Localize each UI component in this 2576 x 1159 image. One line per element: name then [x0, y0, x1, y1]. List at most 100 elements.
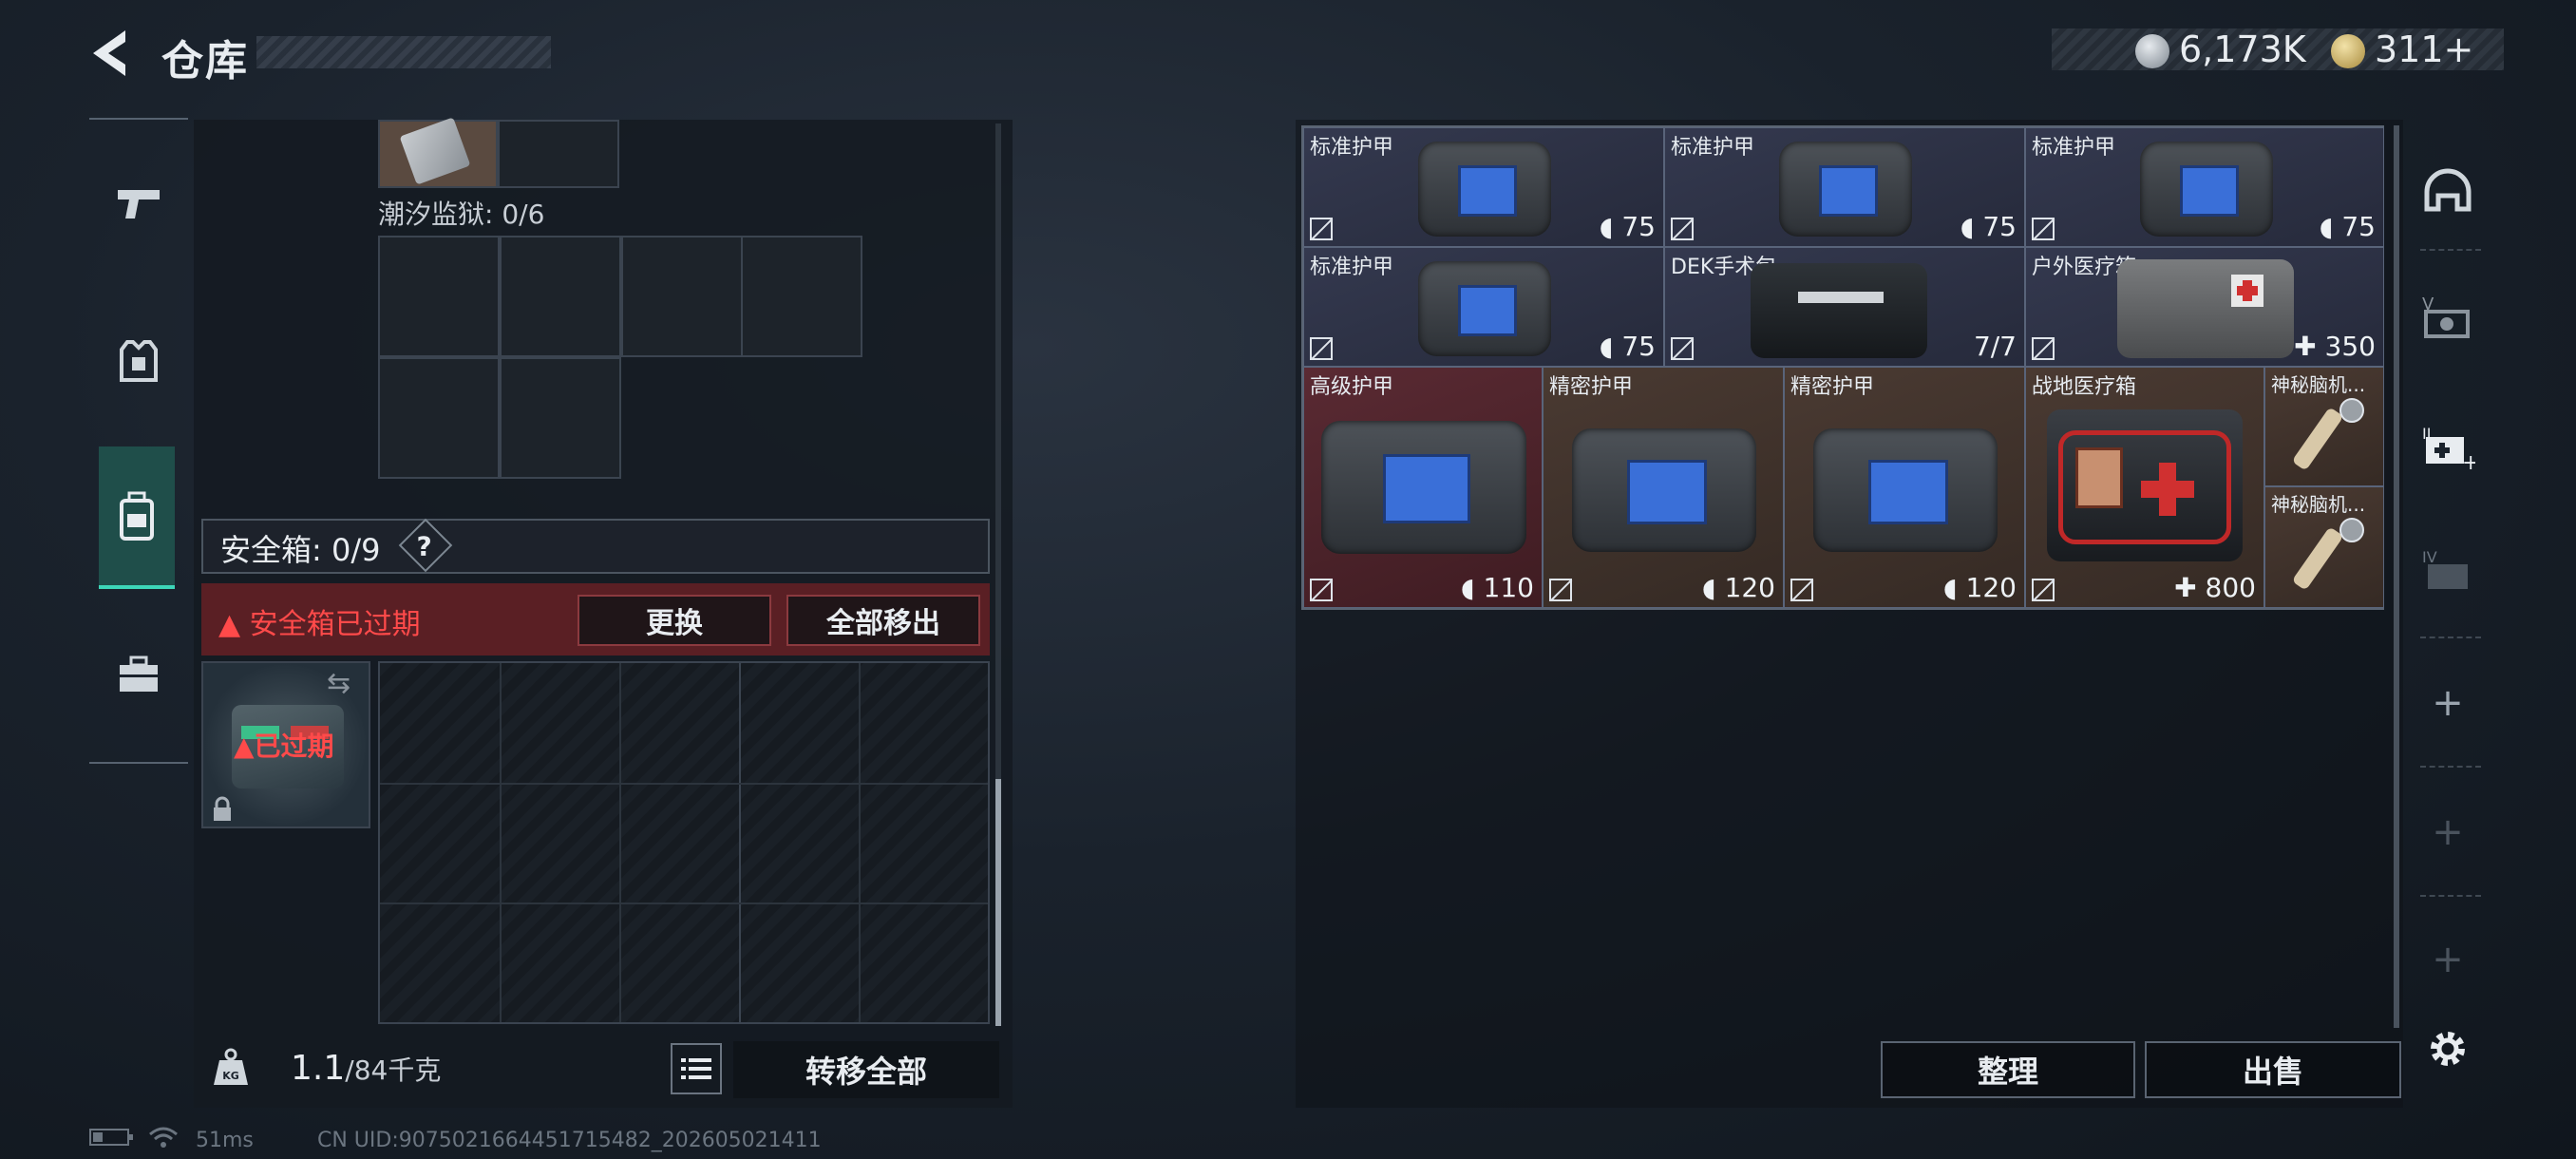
warning-icon: ▲: [218, 608, 250, 641]
add-slot-button[interactable]: +: [2413, 912, 2483, 1007]
prison-slot[interactable]: [621, 236, 743, 357]
item-value: 7/7: [1973, 331, 2017, 362]
iv-container-tab[interactable]: IV: [2413, 522, 2483, 618]
plus-icon: +: [2432, 681, 2464, 725]
svg-text:+: +: [2462, 451, 2475, 471]
add-slot-button[interactable]: +: [2413, 656, 2483, 750]
stash-item[interactable]: 精密护甲 ◖ 120: [1784, 367, 2025, 608]
item-value: ✚ 800: [2174, 572, 2256, 603]
nav-toolbox[interactable]: [99, 618, 179, 732]
stash-scrollbar[interactable]: [2394, 125, 2399, 1028]
help-glyph: ?: [416, 530, 432, 562]
item-name: 标准护甲: [2032, 136, 2116, 160]
shield-icon: ◖: [1960, 211, 1983, 242]
stash-item[interactable]: 标准护甲 ◖ 75: [2025, 127, 2384, 247]
weight-current: 1.1: [291, 1049, 346, 1088]
surgery-kit-image: [1751, 263, 1927, 358]
ping-readout: 51ms: [196, 1129, 254, 1152]
item-name: 神秘脑机...: [2271, 493, 2366, 516]
heal-plus-icon: ✚: [2294, 331, 2325, 362]
item-value: ◖ 110: [1460, 572, 1534, 603]
item-name: 精密护甲: [1790, 375, 1875, 399]
stash-item[interactable]: 标准护甲 ◖ 75: [1303, 127, 1664, 247]
iv-container-icon: IV: [2422, 548, 2468, 589]
back-arrow-icon[interactable]: [85, 27, 137, 80]
stash-item[interactable]: 标准护甲 ◖ 75: [1303, 247, 1664, 367]
nav-weapons[interactable]: [99, 146, 179, 260]
stash-item[interactable]: 高级护甲 ◖ 110: [1303, 367, 1543, 608]
v-container-tab[interactable]: V: [2413, 268, 2483, 363]
stash-item[interactable]: 精密护甲 ◖ 120: [1543, 367, 1784, 608]
medkit-image: [2117, 259, 2294, 358]
stash-item[interactable]: 战地医疗箱 ✚ 800: [2025, 367, 2264, 608]
armor-image: [1418, 142, 1551, 237]
nav-armor[interactable]: [99, 304, 179, 418]
settings-button[interactable]: [2413, 1001, 2483, 1096]
transfer-all-button[interactable]: 转移全部: [733, 1041, 999, 1098]
shield-icon: ◖: [1599, 211, 1622, 242]
gold-coin-icon: [2331, 34, 2365, 68]
shield-icon: ◖: [1701, 572, 1725, 603]
no-sell-icon: [1549, 579, 1572, 601]
prison-slot[interactable]: [378, 236, 500, 357]
page-title: 仓库: [161, 37, 249, 86]
backpack-icon: [120, 491, 154, 541]
weight-icon: KG: [199, 1036, 262, 1098]
wifi-icon: [148, 1127, 179, 1153]
loadout-scroll-thumb[interactable]: [995, 779, 1001, 1026]
container-slot-empty[interactable]: [498, 120, 619, 188]
settings-gear-icon: [2431, 1032, 2465, 1066]
lock-icon: [211, 796, 234, 828]
item-value: ✚ 350: [2294, 331, 2376, 362]
replace-button[interactable]: 更换: [578, 595, 771, 646]
list-icon: [681, 1058, 711, 1079]
stash-item[interactable]: 户外医疗箱 ✚ 350: [2025, 247, 2384, 367]
container-slot-item[interactable]: [378, 117, 498, 188]
no-sell-icon: [1790, 579, 1813, 601]
title-decoration: [256, 36, 551, 68]
stash-item[interactable]: 神秘脑机...: [2264, 486, 2384, 608]
prison-slot[interactable]: [378, 357, 500, 479]
move-all-out-button[interactable]: 全部移出: [786, 595, 980, 646]
medical-container-tab[interactable]: II +: [2413, 399, 2483, 494]
no-sell-icon: [1671, 218, 1694, 240]
armor-image: [1779, 142, 1912, 237]
sort-button[interactable]: 整理: [1881, 1041, 2135, 1098]
toolbox-icon: [120, 656, 158, 692]
prison-slot[interactable]: [500, 236, 621, 357]
list-view-button[interactable]: [671, 1043, 722, 1094]
swap-icon[interactable]: ⇆: [327, 667, 350, 700]
safebox-expired-tag: ▲已过期: [234, 726, 334, 764]
armor-image: [1813, 428, 1998, 552]
stash-item[interactable]: 标准护甲 ◖ 75: [1664, 127, 2025, 247]
medical-container-icon: II+: [2422, 425, 2475, 471]
item-name: 精密护甲: [1549, 375, 1634, 399]
user-uid: CN UID:9075021664451715482_202605021411: [317, 1129, 822, 1152]
no-sell-icon: [1310, 337, 1333, 360]
item-name: 标准护甲: [1310, 136, 1394, 160]
item-name: 神秘脑机...: [2271, 373, 2366, 396]
safebox-label: 安全箱: 0/9: [220, 532, 381, 568]
stash-item[interactable]: 神秘脑机...: [2264, 367, 2384, 486]
svg-text:IV: IV: [2422, 548, 2437, 566]
sell-button[interactable]: 出售: [2145, 1041, 2401, 1098]
item-value: ◖ 75: [1599, 331, 1656, 362]
safebox-grid[interactable]: [378, 661, 990, 1024]
armor-vest-icon: [120, 340, 158, 382]
prison-slot[interactable]: [741, 236, 862, 357]
expired-warning: ▲ 安全箱已过期: [218, 600, 421, 642]
gold-currency-amount[interactable]: 311+: [2375, 28, 2473, 70]
item-name: 战地医疗箱: [2032, 375, 2137, 399]
helmet-tab[interactable]: [2413, 144, 2483, 239]
helmet-icon: [2424, 168, 2472, 212]
no-sell-icon: [2032, 218, 2055, 240]
warning-icon: ▲: [234, 731, 255, 762]
item-value: ◖ 75: [2319, 211, 2376, 242]
stash-item[interactable]: DEK手术包 7/7: [1664, 247, 2025, 367]
prison-slot[interactable]: [500, 357, 621, 479]
stash-grid: 标准护甲 ◖ 75 标准护甲 ◖ 75 标准护甲 ◖ 75 标准护甲 ◖ 75 …: [1301, 125, 2384, 610]
add-slot-button[interactable]: +: [2413, 785, 2483, 880]
nav-backpack[interactable]: [99, 446, 175, 589]
item-name: 标准护甲: [1671, 136, 1755, 160]
armor-image: [1418, 261, 1551, 356]
